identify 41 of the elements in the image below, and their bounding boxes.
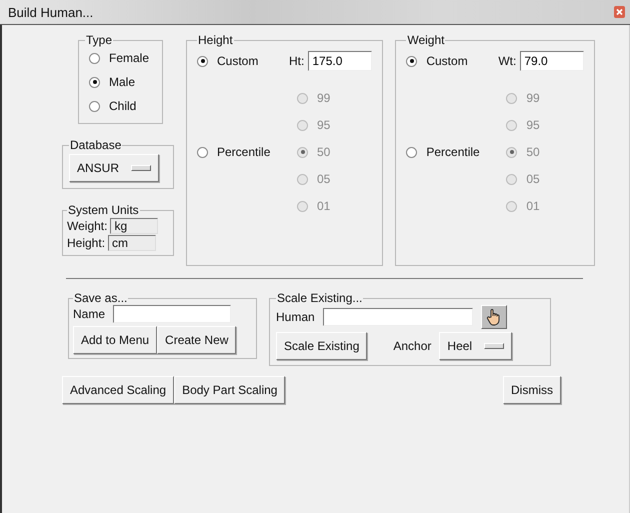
group-label: Database (69, 138, 122, 152)
action-button[interactable]: Create New (157, 326, 236, 354)
field-label: Wt: (498, 54, 516, 68)
input-field[interactable] (113, 305, 232, 323)
hand-icon (486, 308, 502, 326)
group-label: Weight (406, 33, 446, 47)
radio-button[interactable]: Custom (406, 54, 494, 68)
window-title: Build Human... (8, 4, 94, 20)
field-label: Anchor (393, 339, 432, 353)
action-button[interactable]: Add to Menu (73, 326, 158, 354)
unit-field: kg (110, 218, 158, 234)
anchor-dropdown[interactable]: Heel (439, 332, 512, 360)
field-label: Human (276, 310, 315, 324)
input-field[interactable]: 175.0 (308, 51, 372, 71)
action-button[interactable]: Advanced Scaling (62, 376, 174, 404)
group-label: Height (197, 33, 234, 47)
field-label: Weight: (67, 219, 108, 233)
field-label: Ht: (289, 54, 304, 68)
radio-button[interactable]: Percentile (197, 145, 297, 159)
radio-button[interactable]: Custom (197, 54, 285, 68)
radio-button[interactable]: Child (89, 99, 156, 113)
radio-button[interactable]: Percentile (406, 145, 506, 159)
input-field[interactable] (322, 308, 473, 326)
unit-field: cm (108, 235, 156, 251)
database-dropdown[interactable]: ANSUR (69, 154, 160, 182)
action-button[interactable]: Body Part Scaling (174, 376, 286, 404)
radio-button[interactable]: Male (89, 75, 156, 89)
pick-button[interactable] (480, 305, 507, 329)
radio-button[interactable]: Female (89, 51, 156, 65)
dropdown-indicator-icon (484, 343, 504, 349)
group-label: Save as... (73, 291, 128, 305)
field-label: Height: (67, 236, 106, 250)
group-label: Scale Existing... (276, 291, 364, 305)
group-label: Type (85, 33, 114, 47)
group-label: System Units (67, 203, 140, 217)
dismiss-button[interactable]: Dismiss (503, 376, 561, 404)
field-label: Name (73, 307, 106, 321)
dropdown-indicator-icon (131, 165, 152, 171)
input-field[interactable]: 79.0 (520, 51, 584, 71)
scale-existing-button[interactable]: Scale Existing (276, 332, 368, 360)
close-icon[interactable] (614, 6, 625, 18)
